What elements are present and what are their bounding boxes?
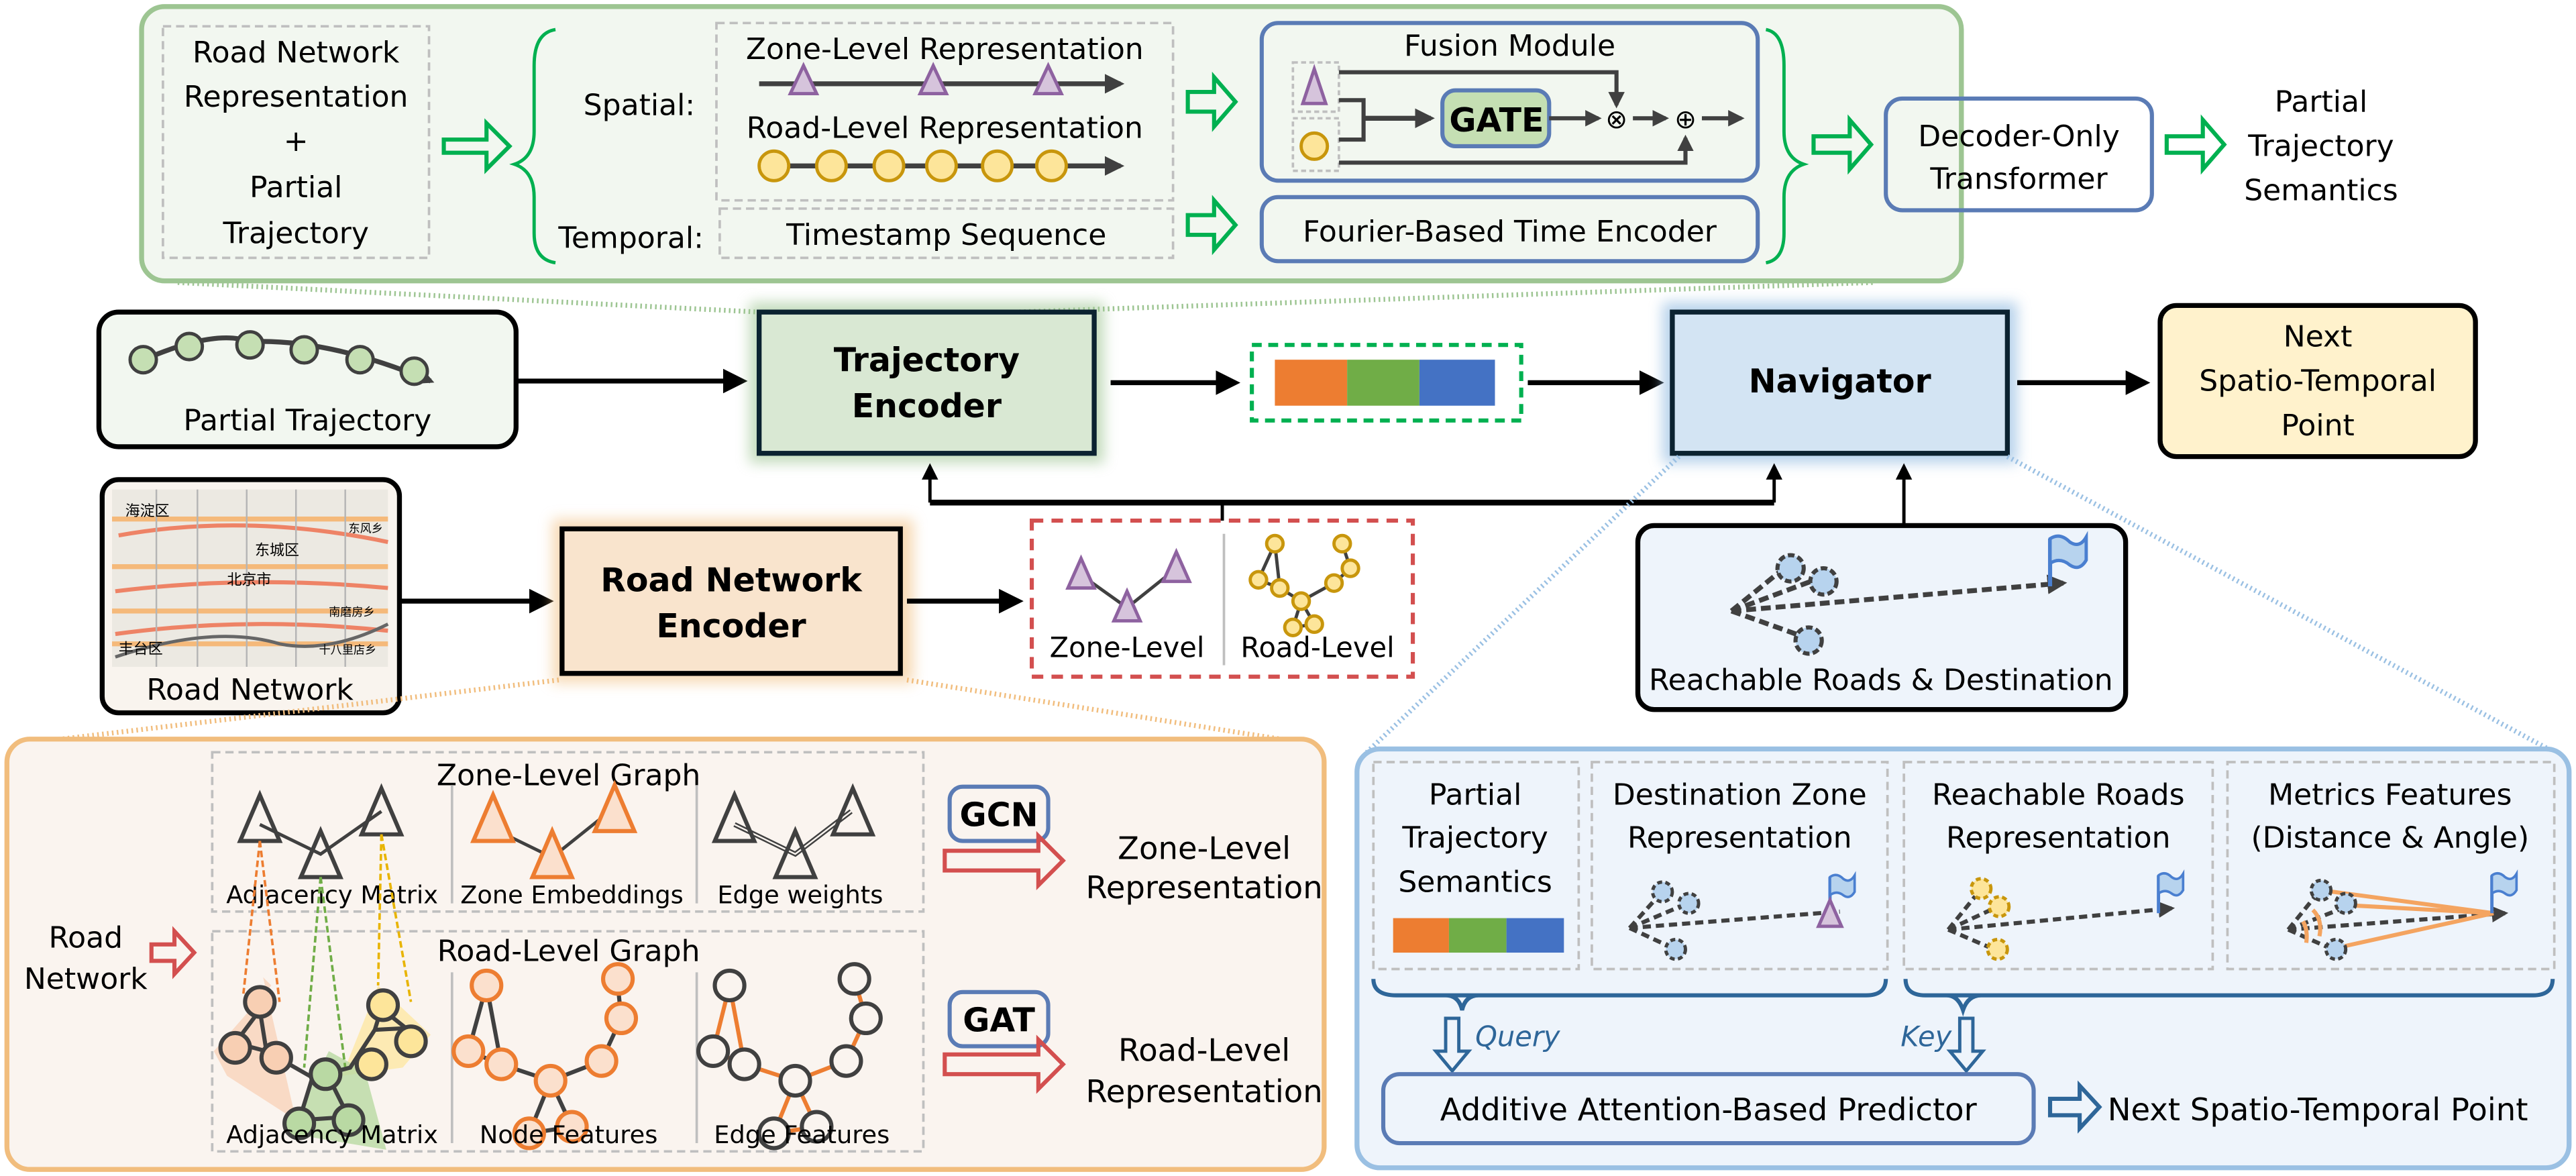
next-point-card: Next Spatio-Temporal Point <box>2157 303 2478 460</box>
zone-col-3: Edge weights <box>717 881 883 910</box>
zone-output-line-1: Zone-Level <box>1118 830 1291 866</box>
map-label: 北京市 <box>227 572 271 589</box>
road-network-encoder-block[interactable]: Road Network Encoder <box>552 519 914 684</box>
road-output-line-2: Representation <box>1086 1073 1323 1110</box>
zone-level-label: Zone-Level <box>1050 631 1205 663</box>
zone-level-rep-label: Zone-Level Representation <box>746 32 1144 66</box>
road-graph-title: Road-Level Graph <box>437 934 700 968</box>
road-network-encoder-detail-panel: Road Network Zone-Level Graph Adjacency … <box>4 737 1327 1172</box>
input-line-3: + <box>284 124 309 158</box>
framework-diagram: Road Network Representation + Partial Tr… <box>4 4 2572 1172</box>
zone-col-2: Zone Embeddings <box>460 881 684 910</box>
input-line-1: Road Network <box>193 36 400 70</box>
representation-output-box: Zone-Level Road-Level <box>1030 519 1415 679</box>
map-label: 东风乡 <box>349 522 383 535</box>
road-encoder-line-1: Road Network <box>600 561 863 599</box>
trajectory-embedding <box>1250 343 1523 423</box>
reachable-roads-line-1: Reachable Roads <box>1932 778 2185 812</box>
road-token-icon <box>1299 131 1330 161</box>
add-icon: ⊕ <box>1674 105 1697 135</box>
output-line-1: Partial <box>2275 85 2367 119</box>
road-level-label: Road-Level <box>1240 631 1394 663</box>
trajectory-encoder-line-2: Encoder <box>852 387 1002 425</box>
pts-line-1: Partial <box>1429 778 1521 812</box>
road-level-rep-label: Road-Level Representation <box>747 111 1143 146</box>
next-point-line-2: Spatio-Temporal <box>2199 364 2436 398</box>
pts-line-2: Trajectory <box>1401 820 1548 855</box>
reachable-label: Reachable Roads & Destination <box>1649 663 2113 697</box>
metrics-line-2: (Distance & Angle) <box>2251 820 2529 855</box>
dest-zone-line-2: Representation <box>1627 820 1852 855</box>
output-line-2: Trajectory <box>2247 129 2394 164</box>
partial-trajectory-label: Partial Trajectory <box>183 403 431 437</box>
pts-line-3: Semantics <box>1398 865 1552 899</box>
predictor-output-label: Next Spatio-Temporal Point <box>2108 1091 2528 1128</box>
output-line-3: Semantics <box>2244 174 2398 208</box>
navigator-block[interactable]: Navigator <box>1662 302 2018 464</box>
input-line-2: Representation <box>184 80 409 114</box>
zone-graph-title: Zone-Level Graph <box>437 758 700 792</box>
trajectory-encoder-detail-panel: Road Network Representation + Partial Tr… <box>139 4 2398 284</box>
decoder-line-1: Decoder-Only <box>1918 119 2120 154</box>
next-point-line-1: Next <box>2284 320 2353 354</box>
map-label: 南磨房乡 <box>329 606 375 619</box>
gate-label: GATE <box>1449 101 1544 140</box>
fourier-encoder-label: Fourier-Based Time Encoder <box>1303 215 1717 249</box>
partial-trajectory-card: Partial Trajectory <box>96 309 519 449</box>
next-point-line-3: Point <box>2281 409 2354 443</box>
input-line-4: Partial <box>250 170 342 205</box>
road-col-2: Node Features <box>480 1120 657 1149</box>
query-label: Query <box>1475 1020 1561 1053</box>
road-encoder-line-2: Encoder <box>656 607 806 645</box>
zone-output-line-2: Representation <box>1086 869 1323 906</box>
trajectory-encoder-line-1: Trajectory <box>834 341 1020 379</box>
map-label: 丰台区 <box>119 641 163 657</box>
green-arrow-icon <box>2164 114 2227 175</box>
road-network-input-line-1: Road <box>49 921 123 955</box>
road-col-3: Edge Features <box>714 1120 890 1149</box>
navigator-detail-panel: Partial Trajectory Semantics Destination… <box>1354 746 2572 1171</box>
zone-col-1: Adjacency Matrix <box>226 881 438 910</box>
road-map-image: 海淀区 东风乡 东城区 北京市 南磨房乡 丰台区 十八里店乡 <box>111 489 389 667</box>
reachable-roads-line-2: Representation <box>1946 820 2171 855</box>
predictor-label: Additive Attention-Based Predictor <box>1440 1091 1978 1128</box>
spatial-label: Spatial: <box>584 88 696 122</box>
road-network-card: 海淀区 东风乡 东城区 北京市 南磨房乡 丰台区 十八里店乡 Road Netw… <box>99 477 402 716</box>
multiply-icon: ⊗ <box>1605 105 1627 135</box>
road-output-line-1: Road-Level <box>1118 1032 1290 1069</box>
input-line-5: Trajectory <box>222 216 368 250</box>
road-network-input-line-2: Network <box>24 962 148 996</box>
fusion-module-title: Fusion Module <box>1404 29 1615 63</box>
decoder-line-2: Transformer <box>1929 162 2108 197</box>
gcn-label: GCN <box>960 796 1038 835</box>
map-label: 海淀区 <box>125 503 170 520</box>
metrics-line-1: Metrics Features <box>2268 778 2512 812</box>
key-label: Key <box>1900 1020 1952 1053</box>
road-col-1: Adjacency Matrix <box>226 1120 438 1149</box>
map-label: 十八里店乡 <box>319 643 376 657</box>
reachable-roads-card: Reachable Roads & Destination <box>1635 523 2129 712</box>
trajectory-encoder-block[interactable]: Trajectory Encoder <box>749 302 1104 464</box>
semantics-embedding <box>1393 918 1564 953</box>
dest-zone-line-1: Destination Zone <box>1613 778 1867 812</box>
timestamp-sequence-label: Timestamp Sequence <box>786 218 1106 252</box>
gat-label: GAT <box>963 1002 1035 1040</box>
temporal-label: Temporal: <box>557 221 704 256</box>
road-network-label: Road Network <box>146 673 354 707</box>
navigator-label: Navigator <box>1749 362 1931 400</box>
map-label: 东城区 <box>255 543 299 559</box>
